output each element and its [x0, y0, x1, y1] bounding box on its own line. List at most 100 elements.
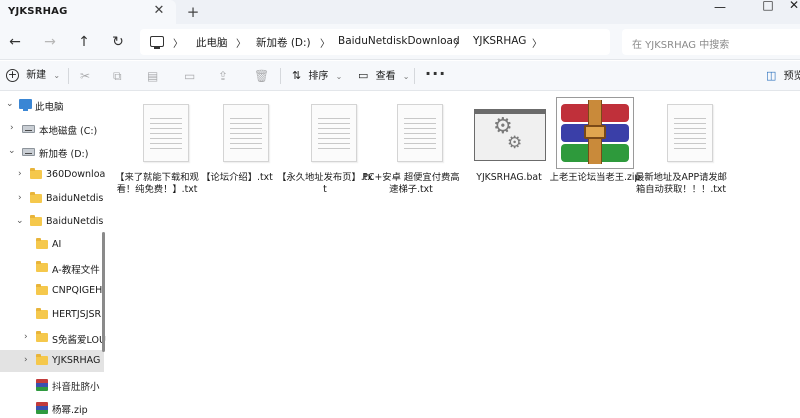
file-thumbnail: ⚙ ⚙ — [470, 97, 548, 169]
chevron-down-icon[interactable]: ⌄ — [6, 99, 14, 109]
search-placeholder: 在 YJKSRHAG 中搜索 — [632, 40, 730, 51]
chevron-down-icon[interactable]: ⌄ — [8, 146, 16, 156]
sidebar-item-label: CNPQIGEH — [52, 285, 103, 296]
preview-button[interactable]: ◫ 预览 — [766, 67, 800, 85]
sidebar-item-drive-d[interactable]: ⌄ 新加卷 (D:) — [0, 141, 104, 163]
close-icon[interactable]: ✕ — [778, 0, 800, 16]
chevron-down-icon[interactable]: ⌄ — [16, 216, 24, 226]
file-thumbnail — [118, 97, 196, 169]
sidebar-item-label: BaiduNetdis — [46, 193, 104, 204]
new-button[interactable]: + 新建 ⌄ — [6, 67, 60, 85]
folder-icon — [36, 354, 48, 365]
chevron-right-icon[interactable]: › — [18, 169, 22, 179]
up-arrow-icon[interactable]: ↑ — [74, 32, 94, 52]
breadcrumb-yjksrhag[interactable]: YJKSRHAG — [473, 35, 526, 47]
sidebar-item-baidunetdisk[interactable]: › BaiduNetdis — [0, 188, 104, 210]
sidebar-item-a-tutorial[interactable]: A-教程文件 — [0, 257, 104, 279]
gear-icon: ⚙ — [507, 133, 523, 153]
view-button[interactable]: ▭ 查看 ⌄ — [358, 67, 409, 85]
more-options-icon[interactable]: ··· — [425, 66, 446, 82]
sidebar-item-360download[interactable]: › 360Downloa — [0, 164, 106, 186]
drive-icon — [22, 125, 35, 133]
tab-yjksrhag[interactable]: YJKSRHAG ✕ — [0, 0, 176, 24]
text-file-icon — [143, 104, 189, 162]
toolbar-divider — [68, 68, 69, 84]
pc-icon — [19, 99, 32, 111]
chevron-right-icon[interactable]: › — [18, 193, 22, 203]
share-icon[interactable]: ⇪ — [218, 67, 228, 85]
sidebar-item-label: 本地磁盘 (C:) — [39, 126, 98, 137]
minimize-icon[interactable]: — — [704, 0, 736, 18]
text-file-icon — [667, 104, 713, 162]
preview-label: 预览 — [783, 71, 800, 82]
chevron-down-icon: ⌄ — [53, 71, 61, 80]
folder-icon — [36, 308, 48, 319]
drive-icon — [22, 148, 35, 156]
winrar-icon — [36, 379, 48, 391]
file-name: PC+安卓 超便宜付费高速梯子.txt — [362, 172, 460, 195]
sidebar-scrollbar[interactable] — [102, 232, 105, 352]
sidebar-item-label: 360Downloa — [46, 169, 106, 180]
search-input[interactable]: 在 YJKSRHAG 中搜索 — [622, 29, 800, 55]
title-bar: YJKSRHAG ✕ + — □ ✕ — [0, 0, 800, 24]
sort-icon: ⇅ — [292, 69, 302, 82]
chevron-right-icon[interactable]: › — [24, 355, 28, 365]
paste-icon[interactable]: ▤ — [147, 67, 158, 85]
folder-icon — [30, 192, 42, 203]
file-thumbnail — [198, 97, 276, 169]
breadcrumb-this-pc[interactable]: 此电脑 — [196, 35, 228, 50]
sidebar-item-yjksrhag[interactable]: › YJKSRHAG — [0, 350, 104, 372]
refresh-icon[interactable]: ↻ — [108, 32, 128, 52]
sidebar-item-label: A-教程文件 — [52, 265, 100, 276]
tab-title: YJKSRHAG — [8, 6, 68, 17]
view-label: 查看 — [375, 71, 396, 82]
sidebar-item-label: 抖音肚脐小 — [52, 382, 100, 393]
chevron-right-icon[interactable]: 〉 — [532, 35, 542, 50]
chevron-right-icon[interactable]: 〉 — [320, 35, 330, 50]
sidebar-item-drive-c[interactable]: › 本地磁盘 (C:) — [0, 118, 104, 140]
toolbar-divider — [414, 68, 415, 84]
chevron-right-icon[interactable]: › — [10, 123, 14, 133]
sidebar-item-label: HERTJSJSR — [52, 309, 102, 320]
breadcrumb-baidunetdisk[interactable]: BaiduNetdiskDownload — [338, 35, 460, 47]
file-list: 【来了就能下载和观看！纯免费！】.txt 【论坛介绍】.txt 【永久地址发布页… — [108, 92, 800, 418]
delete-icon[interactable]: 🗑 — [254, 67, 269, 85]
forward-arrow-icon[interactable]: → — [40, 32, 60, 52]
sidebar-item-douyin[interactable]: 抖音肚脐小 — [0, 374, 104, 396]
chevron-right-icon[interactable]: › — [24, 332, 28, 342]
chevron-right-icon[interactable]: 〉 — [173, 35, 183, 50]
rename-icon[interactable]: ▭ — [184, 67, 195, 85]
chevron-down-icon: ⌄ — [402, 72, 410, 81]
sidebar-item-baidunetdiskdownload[interactable]: ⌄ BaiduNetdis — [0, 211, 104, 233]
file-name: 【论坛介绍】.txt — [201, 172, 273, 183]
new-label: 新建 — [26, 70, 47, 81]
plus-icon[interactable]: + — [184, 3, 202, 21]
folder-icon — [30, 215, 42, 226]
preview-pane-icon: ◫ — [766, 69, 777, 82]
close-icon[interactable]: ✕ — [151, 3, 167, 19]
sidebar-item-hertjsjsr[interactable]: HERTJSJSR — [0, 304, 104, 326]
add-circle-icon: + — [6, 67, 19, 82]
sidebar-item-ai[interactable]: AI — [0, 234, 104, 256]
chevron-right-icon[interactable]: 〉 — [454, 35, 464, 50]
back-arrow-icon[interactable]: ← — [5, 32, 25, 52]
text-file-icon — [223, 104, 269, 162]
file-name: 最新地址及APP请发邮箱自动获取！！！.txt — [635, 172, 727, 195]
sidebar-item-yangmi-zip[interactable]: 杨幂.zip — [0, 397, 104, 418]
archive-buckle — [584, 125, 606, 139]
breadcrumb-drive-d[interactable]: 新加卷 (D:) — [256, 35, 311, 50]
breadcrumb[interactable]: 〉 此电脑 〉 新加卷 (D:) 〉 BaiduNetdiskDownload … — [140, 29, 610, 55]
navigation-pane: ⌄ 此电脑 › 本地磁盘 (C:) ⌄ 新加卷 (D:) › 360Downlo… — [0, 92, 108, 418]
cut-icon[interactable]: ✂ — [80, 67, 90, 85]
copy-icon[interactable]: ⧉ — [113, 67, 122, 85]
sidebar-item-cnpqigeh[interactable]: CNPQIGEH — [0, 280, 104, 302]
sidebar-item-s-folder[interactable]: › S免酱爱LOU — [0, 327, 106, 349]
file-thumbnail — [556, 97, 634, 169]
winrar-icon — [36, 402, 48, 414]
file-thumbnail — [372, 97, 450, 169]
text-file-icon — [397, 104, 443, 162]
chevron-right-icon[interactable]: 〉 — [236, 35, 246, 50]
sort-button[interactable]: ⇅ 排序 ⌄ — [292, 67, 342, 85]
toolbar-divider — [280, 68, 281, 84]
sidebar-item-this-pc[interactable]: ⌄ 此电脑 — [0, 94, 104, 116]
